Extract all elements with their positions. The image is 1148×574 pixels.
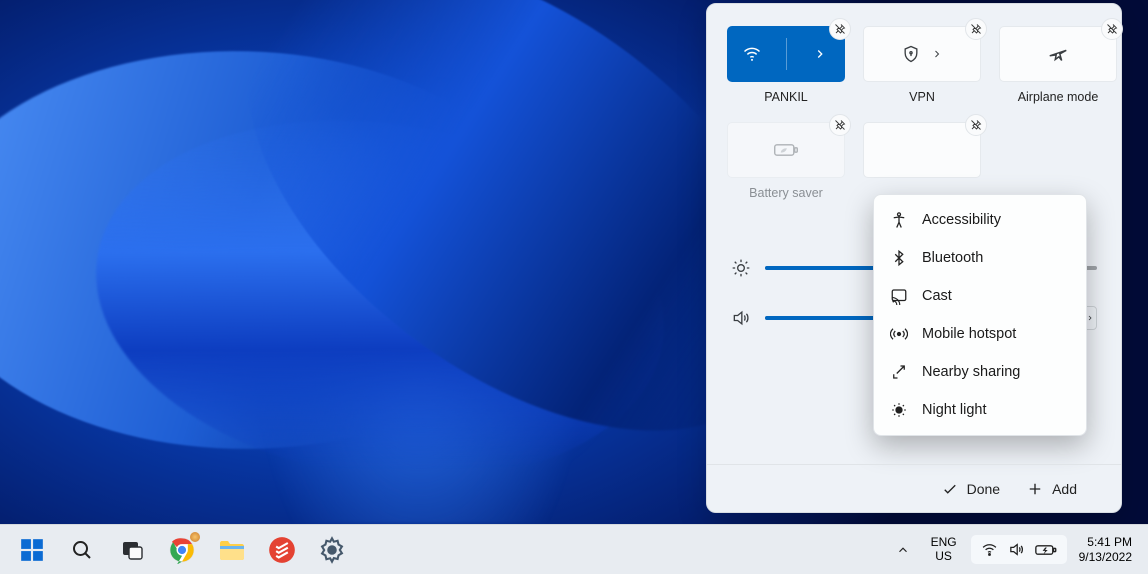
taskbar-clock[interactable]: 5:41 PM 9/13/2022: [1075, 535, 1136, 565]
taskbar: ENG US 5:41 PM 9/13/2022: [0, 524, 1148, 574]
clock-date: 9/13/2022: [1079, 550, 1132, 565]
system-tray[interactable]: [971, 535, 1067, 564]
volume-tray-icon: [1008, 541, 1025, 558]
partial-tile-button[interactable]: [863, 122, 981, 178]
battery-saver-label: Battery saver: [727, 186, 845, 200]
nearby-sharing-icon: [890, 363, 908, 381]
night-light-icon: [890, 401, 908, 419]
brightness-icon: [731, 258, 751, 278]
cast-icon: [890, 287, 908, 305]
quick-settings-panel: PANKIL VPN: [706, 3, 1122, 513]
quick-settings-footer: Done Add: [707, 464, 1121, 512]
battery-leaf-icon: [773, 141, 799, 159]
done-button[interactable]: Done: [941, 480, 1000, 498]
accessibility-icon: [890, 211, 908, 229]
vpn-label: VPN: [863, 90, 981, 104]
task-view-button[interactable]: [112, 530, 152, 570]
menu-item-mobile-hotspot[interactable]: Mobile hotspot: [874, 315, 1086, 353]
add-quick-setting-menu: Accessibility Bluetooth Cast Mobile hots…: [873, 194, 1087, 436]
clock-time: 5:41 PM: [1079, 535, 1132, 550]
unpin-airplane-button[interactable]: [1101, 18, 1123, 40]
speaker-icon: [731, 308, 751, 328]
chevron-right-icon: [931, 48, 943, 60]
menu-item-label: Nearby sharing: [922, 364, 1020, 380]
done-label: Done: [967, 481, 1000, 497]
menu-item-cast[interactable]: Cast: [874, 277, 1086, 315]
menu-item-label: Accessibility: [922, 212, 1001, 228]
start-button[interactable]: [12, 530, 52, 570]
menu-item-label: Mobile hotspot: [922, 326, 1016, 342]
lang-line2: US: [931, 550, 957, 564]
unpin-partial-button[interactable]: [965, 114, 987, 136]
battery-saver-toggle: [727, 122, 845, 178]
unpin-wifi-button[interactable]: [829, 18, 851, 40]
vpn-tile: VPN: [863, 26, 981, 104]
battery-saver-tile: Battery saver: [727, 122, 845, 200]
partial-tile: [863, 122, 981, 200]
settings-app[interactable]: [312, 530, 352, 570]
wifi-tray-icon: [981, 541, 998, 558]
menu-item-night-light[interactable]: Night light: [874, 391, 1086, 429]
unpin-vpn-button[interactable]: [965, 18, 987, 40]
hotspot-icon: [890, 325, 908, 343]
menu-item-accessibility[interactable]: Accessibility: [874, 201, 1086, 239]
wifi-label: PANKIL: [727, 90, 845, 104]
search-button[interactable]: [62, 530, 102, 570]
wifi-icon: [728, 27, 776, 81]
menu-item-label: Night light: [922, 402, 986, 418]
lang-line1: ENG: [931, 536, 957, 550]
menu-item-label: Cast: [922, 288, 952, 304]
shield-icon: [901, 44, 921, 64]
add-label: Add: [1052, 481, 1077, 497]
wifi-tile: PANKIL: [727, 26, 845, 104]
airplane-mode-label: Airplane mode: [999, 90, 1117, 104]
add-button[interactable]: Add: [1026, 480, 1077, 498]
vpn-toggle[interactable]: [863, 26, 981, 82]
wifi-toggle[interactable]: [727, 26, 845, 82]
language-indicator[interactable]: ENG US: [925, 534, 963, 566]
bluetooth-icon: [890, 249, 908, 267]
todoist-app[interactable]: [262, 530, 302, 570]
chrome-app[interactable]: [162, 530, 202, 570]
overflow-tray-button[interactable]: [889, 530, 917, 570]
airplane-mode-toggle[interactable]: [999, 26, 1117, 82]
file-explorer-app[interactable]: [212, 530, 252, 570]
menu-item-bluetooth[interactable]: Bluetooth: [874, 239, 1086, 277]
menu-item-label: Bluetooth: [922, 250, 983, 266]
unpin-battery-saver-button[interactable]: [829, 114, 851, 136]
menu-item-nearby-sharing[interactable]: Nearby sharing: [874, 353, 1086, 391]
battery-tray-icon: [1035, 543, 1057, 557]
airplane-icon: [1047, 43, 1069, 65]
airplane-mode-tile: Airplane mode: [999, 26, 1117, 104]
